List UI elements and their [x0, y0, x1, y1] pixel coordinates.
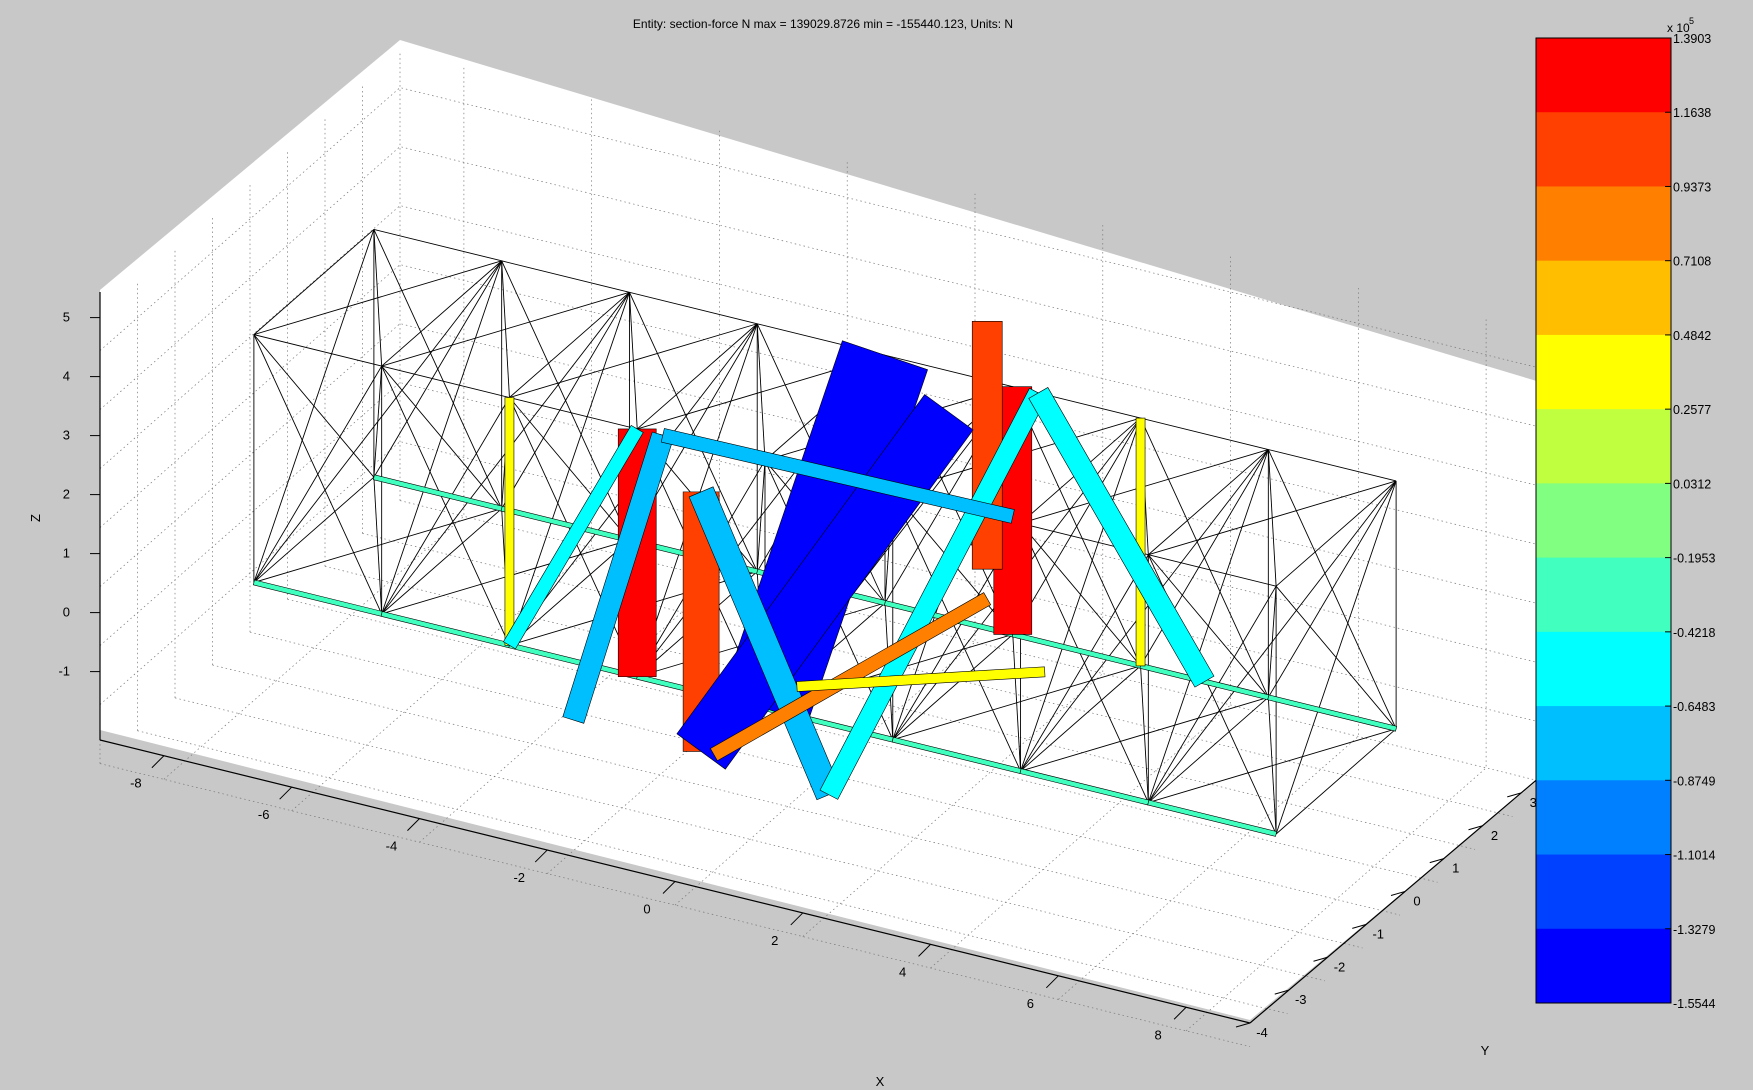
vertical-member-yellow: [504, 397, 515, 646]
colorbar-segment: [1536, 38, 1671, 113]
z-tick-label: 5: [63, 310, 70, 325]
x-tick-label: 0: [643, 902, 650, 917]
colorbar-exponent: x 10: [1667, 21, 1690, 35]
colorbar-tick-label: -0.4218: [1673, 626, 1715, 640]
chart-title: Entity: section-force N max = 139029.872…: [633, 17, 1013, 31]
y-tick-label: -4: [1256, 1025, 1268, 1040]
colorbar-tick-label: 0.9373: [1673, 180, 1711, 194]
colorbar-segment: [1536, 854, 1671, 930]
y-tick-label: 1: [1452, 861, 1459, 876]
y-tick-label: -1: [1372, 926, 1384, 941]
vertical-member-yellow: [1135, 417, 1146, 667]
colorbar-segment: [1536, 334, 1671, 410]
colorbar-segment: [1536, 631, 1671, 707]
z-axis-label: Z: [28, 514, 43, 522]
z-tick-label: 1: [63, 546, 70, 561]
z-tick-label: -1: [58, 664, 70, 679]
x-tick-label: 4: [899, 964, 906, 979]
z-tick-label: 3: [63, 428, 70, 443]
x-tick-label: -2: [513, 870, 525, 885]
colorbar-segment: [1536, 928, 1671, 1004]
colorbar-exponent-power: 5: [1689, 16, 1694, 26]
colorbar-tick-label: -1.5544: [1673, 997, 1715, 1011]
y-tick-label: 2: [1491, 828, 1498, 843]
x-axis-label: X: [876, 1074, 885, 1089]
colorbar-segment: [1536, 186, 1671, 262]
colorbar-tick-label: 0.4842: [1673, 329, 1711, 343]
y-tick-label: -3: [1295, 992, 1307, 1007]
y-tick-label: 0: [1413, 894, 1420, 909]
colorbar-tick-label: -0.1953: [1673, 552, 1715, 566]
colorbar-segment: [1536, 409, 1671, 484]
colorbar-tick-label: -1.3279: [1673, 923, 1715, 937]
z-tick-label: 4: [63, 369, 70, 384]
x-tick-label: -6: [258, 807, 270, 822]
colorbar-tick-label: -0.6483: [1673, 700, 1715, 714]
colorbar-segment: [1536, 112, 1671, 187]
colorbar-segment: [1536, 260, 1671, 336]
x-tick-label: -8: [130, 776, 142, 791]
colorbar-tick-label: -0.8749: [1673, 774, 1715, 788]
colorbar-tick-label: -1.1014: [1673, 849, 1715, 863]
colorbar-tick-label: 0.7108: [1673, 255, 1711, 269]
y-axis-label: Y: [1481, 1043, 1490, 1058]
colorbar-tick-label: 0.0312: [1673, 477, 1711, 491]
y-tick-label: -2: [1334, 959, 1346, 974]
z-tick-label: 2: [63, 487, 70, 502]
x-tick-label: -4: [386, 839, 398, 854]
colorbar-segment: [1536, 706, 1671, 781]
x-tick-label: 2: [771, 933, 778, 948]
colorbar-tick-label: 1.1638: [1673, 106, 1711, 120]
x-tick-label: 6: [1027, 996, 1034, 1011]
colorbar-segment: [1536, 483, 1671, 559]
colorbar-segment: [1536, 780, 1671, 856]
figure-canvas: -1012345 -8-6-4-202468 -4-3-2-101234 Ent…: [0, 0, 1753, 1090]
colorbar-tick-label: 0.2577: [1673, 403, 1711, 417]
x-tick-label: 8: [1154, 1027, 1161, 1042]
z-tick-label: 0: [63, 605, 70, 620]
colorbar-segment: [1536, 557, 1671, 633]
